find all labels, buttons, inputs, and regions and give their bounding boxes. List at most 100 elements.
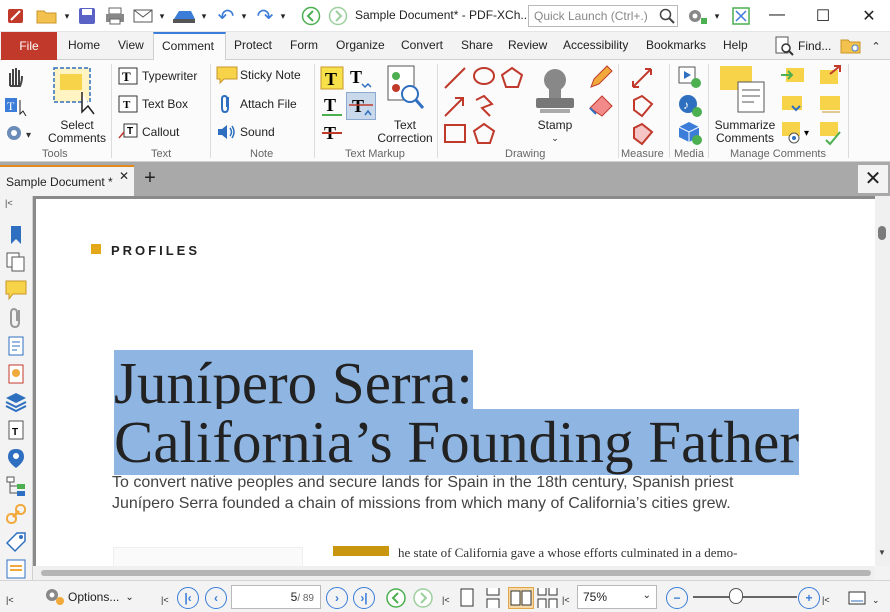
typewriter-button[interactable]: T Typewriter [118, 66, 197, 86]
select-text-tool-icon[interactable]: T [4, 94, 30, 118]
sound-button[interactable]: Sound [216, 122, 275, 142]
underline-squiggly-icon[interactable]: T [348, 66, 376, 90]
3d-object-icon[interactable] [677, 120, 703, 146]
hand-tool-icon[interactable] [4, 64, 28, 90]
print-icon[interactable] [103, 5, 127, 27]
sticky-note-button[interactable]: Sticky Note [216, 65, 301, 85]
zoom-in-button[interactable]: + [798, 587, 820, 609]
tab-accessibility[interactable]: Accessibility [563, 38, 628, 52]
structure-tree-icon[interactable] [5, 475, 27, 497]
rectangle-tool-icon[interactable] [443, 122, 469, 146]
options-button[interactable]: Options... ⌄ [44, 587, 134, 607]
scroll-down-arrow-icon[interactable]: ▼ [878, 548, 886, 557]
summarize-comments-icon[interactable] [718, 64, 770, 116]
settings-gear-icon[interactable] [684, 5, 710, 27]
save-icon[interactable] [75, 5, 99, 27]
signatures-icon[interactable] [5, 363, 27, 385]
line-tool-icon[interactable] [443, 66, 469, 90]
previous-view-icon[interactable] [385, 587, 407, 609]
tab-organize[interactable]: Organize [336, 38, 385, 52]
maximize-button[interactable]: ☐ [808, 6, 838, 26]
zoom-out-button[interactable]: − [666, 587, 688, 609]
tab-home[interactable]: Home [68, 38, 100, 52]
tab-comment-active[interactable]: Comment [153, 32, 226, 61]
page-subtitle[interactable]: To convert native peoples and secure lan… [112, 472, 772, 514]
folder-search-icon[interactable] [838, 35, 864, 57]
pencil-tool-icon[interactable] [588, 64, 614, 90]
zoom-level-select[interactable]: 75% ⌄ [577, 585, 657, 609]
collapse-panel-icon[interactable]: |< [5, 198, 27, 208]
video-icon[interactable] [677, 64, 703, 90]
undo-icon[interactable]: ↶ [213, 5, 239, 28]
audio-icon[interactable]: ♪ [677, 92, 703, 118]
chevron-down-icon[interactable]: ▾ [199, 5, 209, 27]
find-button[interactable]: Find... [774, 36, 831, 56]
reading-order-icon[interactable] [5, 558, 27, 580]
text-box-button[interactable]: T Text Box [118, 94, 188, 114]
email-icon[interactable] [131, 5, 157, 27]
first-page-button[interactable]: |‹ [177, 587, 199, 609]
arrow-tool-icon[interactable] [443, 94, 469, 118]
comments-list-icon[interactable] [780, 92, 806, 116]
tab-share[interactable]: Share [461, 38, 493, 52]
facing-pages-icon[interactable] [508, 587, 534, 609]
tab-form[interactable]: Form [290, 38, 318, 52]
import-comments-icon[interactable] [780, 64, 806, 88]
close-window-button[interactable]: ✕ [854, 6, 884, 26]
last-page-button[interactable]: ›| [353, 587, 375, 609]
collapse-fit-icon[interactable]: |< [822, 595, 844, 612]
show-comments-icon[interactable]: ▾ [780, 120, 814, 146]
minimize-button[interactable]: — [762, 6, 792, 26]
polygon-tool-icon[interactable] [500, 66, 526, 90]
object-tool-icon[interactable]: ▾ [4, 122, 34, 146]
fit-page-icon[interactable] [846, 587, 868, 609]
scan-icon[interactable] [169, 5, 199, 27]
page-number-input[interactable]: 5/ 89 [231, 585, 321, 609]
tags-icon[interactable] [5, 531, 27, 553]
zoom-slider-thumb[interactable] [729, 588, 743, 604]
comment-styles-icon[interactable] [818, 92, 844, 116]
new-tab-button[interactable]: + [137, 167, 163, 191]
flatten-comments-icon[interactable] [818, 120, 844, 146]
document-tab[interactable]: Sample Document * ✕ [0, 165, 134, 196]
zoom-slider-track[interactable] [693, 596, 797, 598]
forward-icon[interactable] [327, 5, 349, 27]
thumbnails-icon[interactable] [5, 251, 27, 273]
text-correction-icon[interactable] [384, 64, 426, 114]
back-icon[interactable] [300, 5, 322, 27]
pdf-page[interactable]: PROFILES Junípero Serra: California’s Fo… [36, 199, 875, 566]
open-folder-icon[interactable] [34, 5, 60, 27]
body-text[interactable]: he state of California gave a whose effo… [398, 545, 737, 561]
page-heading-line-2[interactable]: California’s Founding Father [114, 409, 799, 475]
chevron-down-icon[interactable]: ▾ [239, 5, 249, 27]
fields-icon[interactable]: T [5, 419, 27, 441]
stamp-icon[interactable] [530, 66, 580, 116]
eraser-tool-icon[interactable] [588, 92, 614, 118]
chevron-down-icon[interactable]: ▾ [278, 5, 288, 27]
tab-protect[interactable]: Protect [234, 38, 272, 52]
underline-text-icon[interactable]: T [320, 94, 344, 118]
single-page-icon[interactable] [456, 587, 478, 609]
tab-review[interactable]: Review [508, 38, 547, 52]
chevron-down-icon[interactable]: ▾ [157, 5, 167, 27]
distance-tool-icon[interactable] [630, 66, 656, 90]
attachments-icon[interactable] [5, 307, 27, 329]
close-document-button[interactable]: ✕ [858, 165, 888, 193]
tab-bookmarks[interactable]: Bookmarks [646, 38, 706, 52]
chevron-down-icon[interactable]: ▾ [712, 5, 722, 27]
tab-view[interactable]: View [118, 38, 144, 52]
search-icon[interactable] [659, 8, 675, 24]
quick-launch-input[interactable]: Quick Launch (Ctrl+.) [528, 5, 678, 27]
redo-icon[interactable]: ↷ [252, 5, 278, 28]
chevron-down-icon[interactable]: ▾ [62, 5, 72, 27]
ellipse-tool-icon[interactable] [472, 66, 498, 90]
horizontal-scrollbar[interactable] [33, 566, 875, 580]
next-page-button[interactable]: › [326, 587, 348, 609]
perimeter-tool-icon[interactable] [630, 94, 656, 118]
replace-text-icon[interactable]: T [346, 92, 376, 120]
close-tab-icon[interactable]: ✕ [119, 169, 129, 183]
fullscreen-icon[interactable] [729, 5, 753, 27]
page-heading-line-1[interactable]: Junípero Serra: [114, 350, 473, 416]
previous-page-button[interactable]: ‹ [205, 587, 227, 609]
cloud-tool-icon[interactable] [472, 122, 498, 146]
